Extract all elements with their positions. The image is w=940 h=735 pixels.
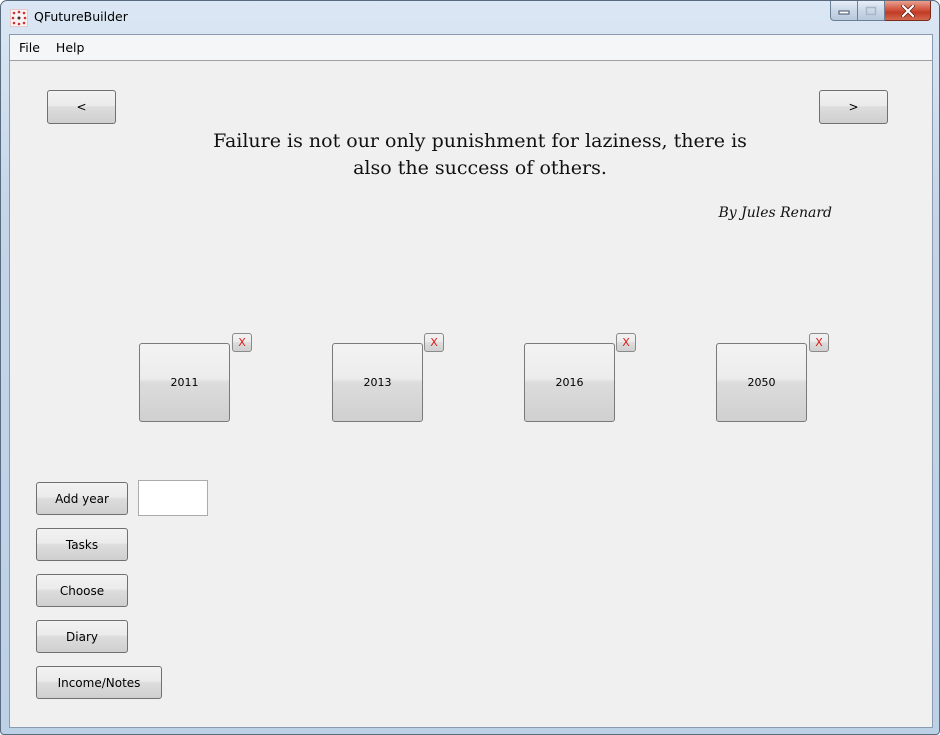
main-panel: File Help < > Failure is not our only pu…: [9, 34, 933, 728]
menu-file[interactable]: File: [10, 40, 47, 55]
menu-bar: File Help: [10, 35, 932, 61]
diary-button[interactable]: Diary: [36, 620, 128, 653]
qfuturebuilder-logo-icon: [10, 9, 28, 27]
remove-year-2016-button[interactable]: X: [616, 333, 636, 352]
year-tile-2011[interactable]: 2011: [139, 343, 230, 422]
window-title: QFutureBuilder: [34, 9, 128, 24]
year-input[interactable]: [138, 480, 208, 516]
choose-button[interactable]: Choose: [36, 574, 128, 607]
remove-year-2013-button[interactable]: X: [424, 333, 444, 352]
close-button[interactable]: [885, 1, 931, 21]
year-tile-2013[interactable]: 2013: [332, 343, 423, 422]
menu-help[interactable]: Help: [47, 40, 92, 55]
title-bar[interactable]: QFutureBuilder: [1, 1, 939, 34]
quote-author: By Jules Renard: [718, 205, 832, 221]
remove-year-2050-button[interactable]: X: [809, 333, 829, 352]
minimize-button[interactable]: [830, 1, 858, 21]
previous-quote-button[interactable]: <: [47, 90, 116, 124]
app-window: QFutureBuilder File Help < > Failure is …: [0, 0, 940, 735]
add-year-button[interactable]: Add year: [36, 482, 128, 515]
maximize-icon: [865, 6, 877, 15]
caption-buttons: [830, 1, 931, 21]
minimize-icon: [838, 10, 850, 14]
tasks-button[interactable]: Tasks: [36, 528, 128, 561]
year-tile-2016[interactable]: 2016: [524, 343, 615, 422]
close-icon: [900, 4, 915, 17]
maximize-button[interactable]: [858, 1, 885, 21]
remove-year-2011-button[interactable]: X: [232, 333, 252, 352]
quote-text: Failure is not our only punishment for l…: [213, 130, 747, 179]
year-tile-2050[interactable]: 2050: [716, 343, 807, 422]
income-notes-button[interactable]: Income/Notes: [36, 666, 162, 699]
next-quote-button[interactable]: >: [819, 90, 888, 124]
